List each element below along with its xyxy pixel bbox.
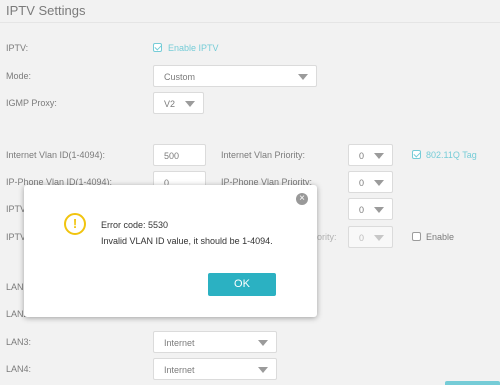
error-message: Invalid VLAN ID value, it should be 1-40… <box>101 236 273 246</box>
error-title: Error code: 5530 <box>101 220 169 230</box>
close-icon[interactable]: × <box>296 193 308 205</box>
ok-button[interactable]: OK <box>208 273 276 296</box>
error-dialog: × ! Error code: 5530 Invalid VLAN ID val… <box>24 185 317 317</box>
warning-icon: ! <box>64 213 86 235</box>
